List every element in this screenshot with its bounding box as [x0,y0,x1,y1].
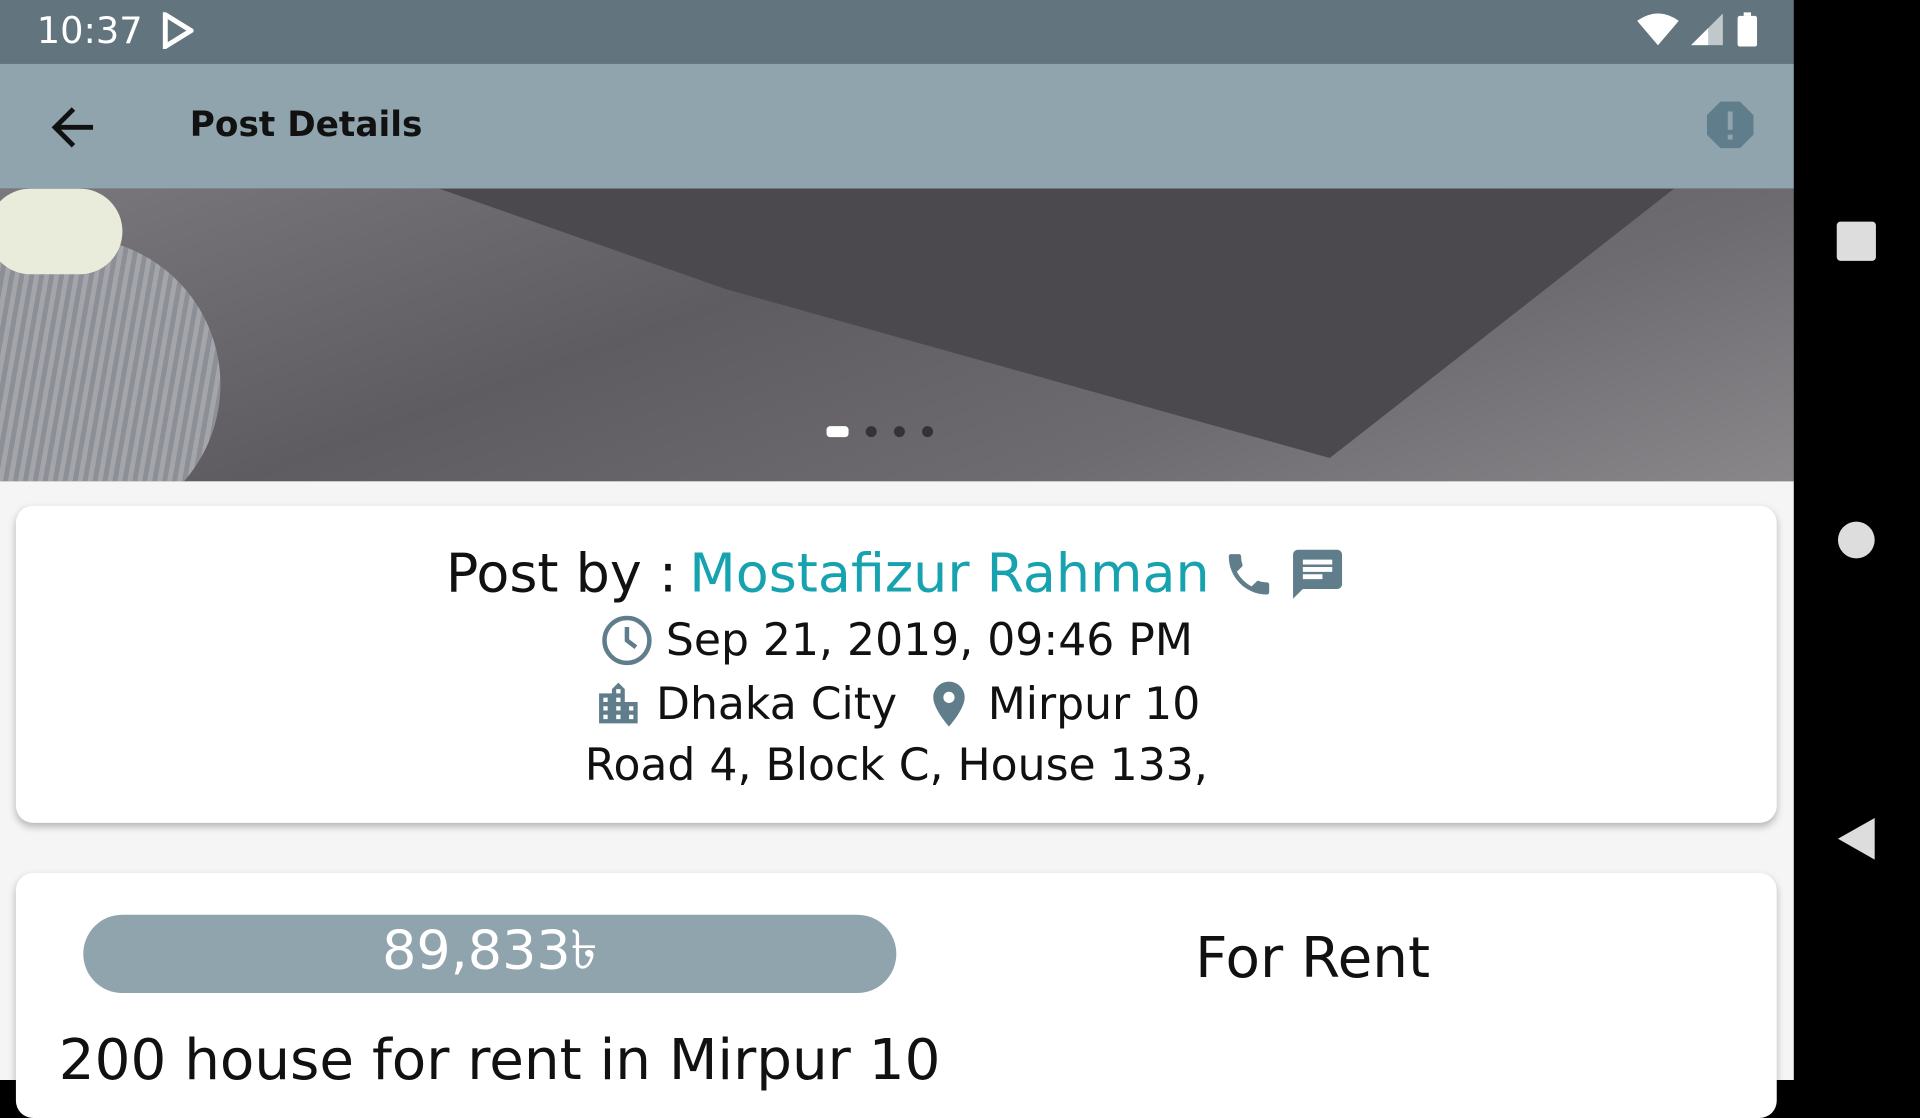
status-bar: 10:37 [0,0,1794,64]
navigation-bar [1793,0,1920,1081]
phone-icon[interactable] [1222,547,1276,601]
back-arrow-icon[interactable] [49,103,98,152]
flower-image [0,188,123,275]
listing-card: 89,833৳ For Rent 200 house for rent in M… [15,873,1777,1118]
play-store-icon [162,12,194,49]
carousel-dot[interactable] [826,426,849,438]
recents-button[interactable] [1836,220,1878,262]
clock-icon [601,615,652,666]
city-icon [598,682,638,724]
carousel-dot[interactable] [893,426,905,438]
sofa-image [404,188,1690,458]
location-pin-icon [932,681,965,727]
page-title: Post Details [189,104,423,145]
wifi-icon [1637,13,1679,46]
carousel-dot[interactable] [865,426,877,438]
battery-icon [1737,12,1758,47]
price-badge: 89,833৳ [83,914,897,994]
status-time: 10:37 [36,9,143,53]
listing-type: For Rent [1195,924,1431,991]
report-icon[interactable] [1706,100,1755,149]
home-button[interactable] [1836,519,1878,561]
app-bar: Post Details [0,63,1794,189]
carousel-dot[interactable] [922,426,934,438]
message-icon[interactable] [1288,544,1347,603]
post-by-label: Post by : [445,542,678,605]
back-button[interactable] [1836,816,1878,863]
carousel-indicator [826,426,934,438]
area: Mirpur 10 [987,678,1201,730]
signal-icon [1691,13,1723,46]
poster-info-card: Post by : Mostafizur Rahman Sep 21, 2019… [15,505,1777,823]
image-carousel[interactable] [0,188,1794,482]
post-date: Sep 21, 2019, 09:46 PM [665,615,1193,666]
city: Dhaka City [656,678,898,730]
author-name[interactable]: Mostafizur Rahman [689,542,1209,604]
address: Road 4, Block C, House 133, [584,740,1208,792]
listing-title: 200 house for rent in Mirpur 10 [58,1026,941,1093]
content-area: Post by : Mostafizur Rahman Sep 21, 2019… [0,481,1794,1118]
